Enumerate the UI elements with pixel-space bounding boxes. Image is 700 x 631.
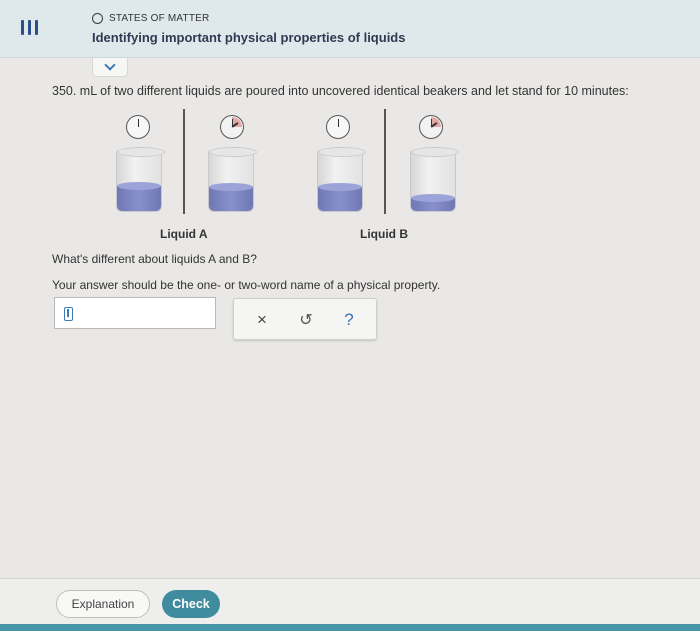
question-prompt: What's different about liquids A and B?: [52, 252, 257, 266]
header-bar: STATES OF MATTER Identifying important p…: [0, 0, 700, 58]
topic-row: STATES OF MATTER: [92, 13, 209, 24]
check-button[interactable]: Check: [162, 590, 220, 618]
beakers-figure: Liquid A Liquid B: [0, 105, 700, 245]
answer-instruction: Your answer should be the one- or two-wo…: [52, 278, 441, 292]
divider-a: [183, 109, 185, 214]
chevron-down-icon: [104, 59, 116, 71]
clock-start-icon: [126, 115, 150, 139]
help-button[interactable]: ?: [337, 308, 361, 332]
liquid-b-label: Liquid B: [360, 227, 408, 241]
answer-input[interactable]: [54, 297, 216, 329]
clear-button[interactable]: ×: [250, 308, 274, 332]
liquid-fill: [411, 193, 455, 211]
clock-later-icon: [220, 115, 244, 139]
divider-b: [384, 109, 386, 214]
beaker-liquid-a-end: [208, 147, 257, 212]
beaker-liquid-a-start: [116, 147, 165, 212]
page-title: Identifying important physical propertie…: [92, 30, 406, 45]
answer-tools: × ↺ ?: [233, 298, 377, 340]
liquid-a-label: Liquid A: [160, 227, 208, 241]
menu-button[interactable]: [14, 12, 44, 42]
beaker-liquid-b-end: [410, 147, 459, 212]
footer-bar: Explanation Check: [0, 578, 700, 624]
undo-button[interactable]: ↺: [294, 308, 318, 332]
progress-circle-icon: [92, 13, 103, 24]
liquid-fill: [209, 183, 253, 211]
collapse-toggle[interactable]: [92, 58, 128, 77]
text-cursor-icon: [64, 307, 73, 321]
beaker-liquid-b-start: [317, 147, 366, 212]
clock-later-icon: [419, 115, 443, 139]
liquid-fill: [117, 181, 161, 211]
liquid-fill: [318, 183, 362, 211]
menu-icon: [20, 19, 38, 35]
topic-label: STATES OF MATTER: [109, 13, 210, 24]
question-text: 350. mL of two different liquids are pou…: [52, 84, 629, 98]
explanation-button[interactable]: Explanation: [56, 590, 150, 618]
bottom-strip: [0, 624, 700, 631]
clock-start-icon: [326, 115, 350, 139]
